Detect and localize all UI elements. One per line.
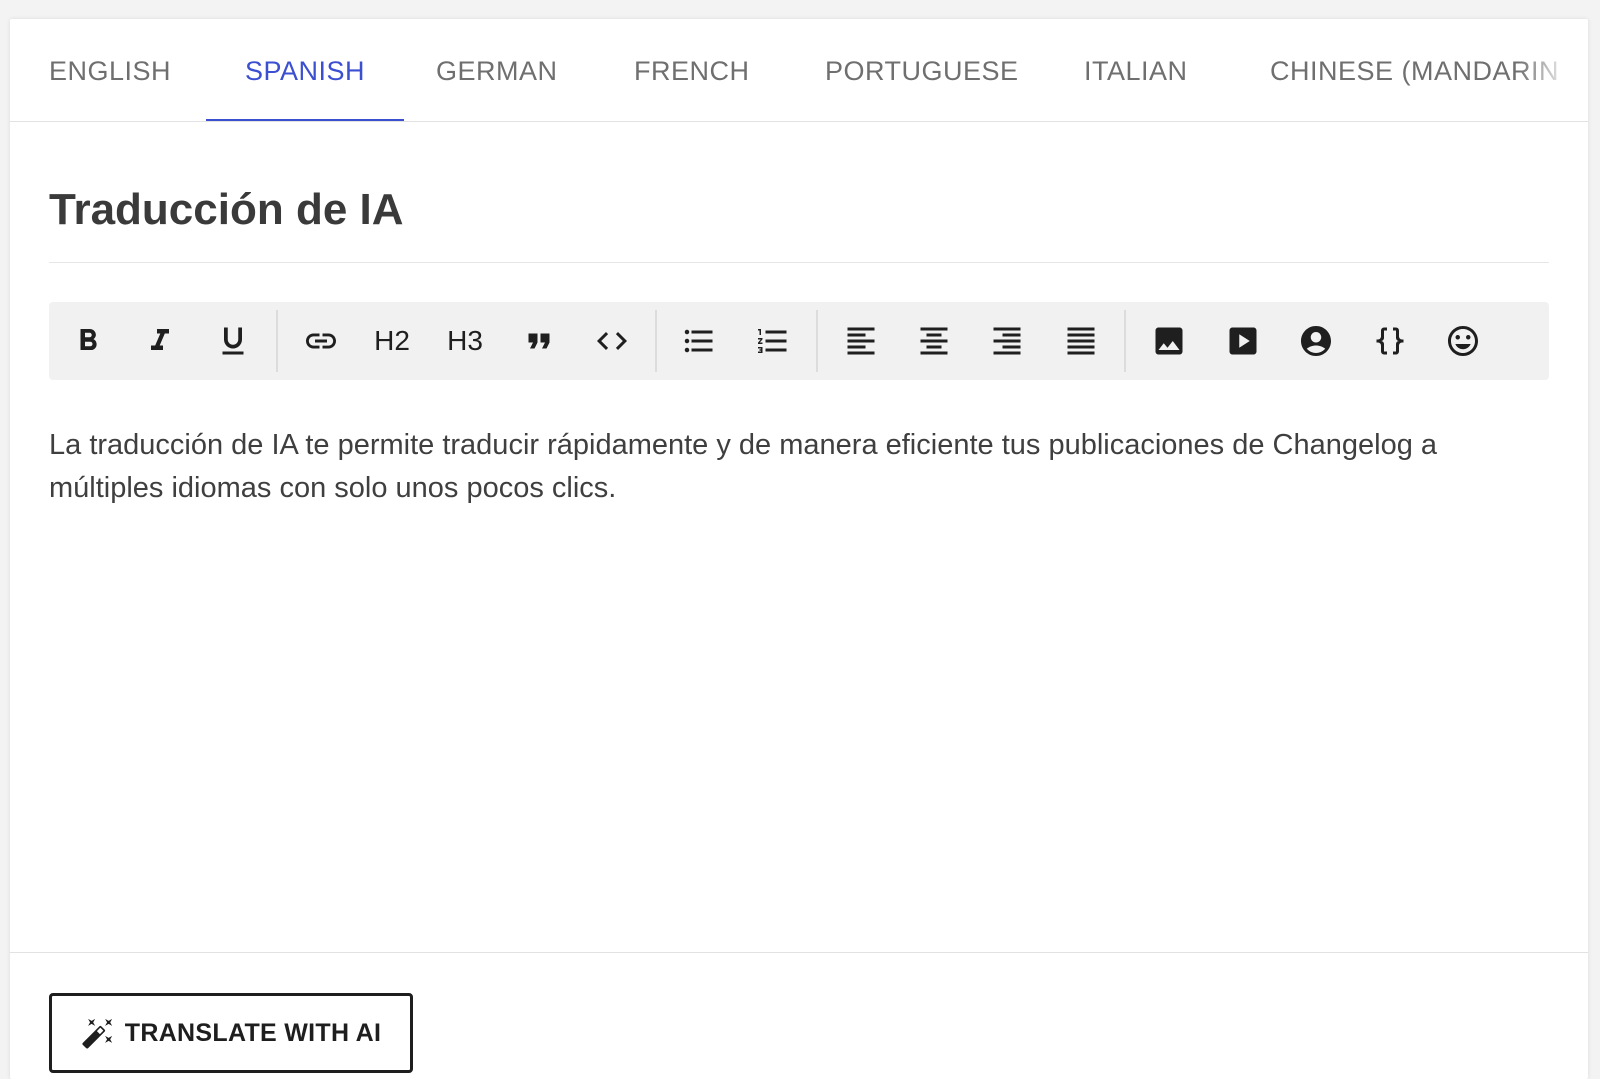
- tab-portuguese[interactable]: PORTUGUESE: [825, 19, 1019, 121]
- heading-2-button[interactable]: H2: [362, 311, 422, 371]
- bullet-list-icon: [684, 329, 713, 353]
- link-icon: [306, 333, 336, 349]
- language-tabs: ENGLISH SPANISH GERMAN FRENCH PORTUGUESE…: [10, 19, 1588, 122]
- tab-german[interactable]: GERMAN: [436, 19, 558, 121]
- bold-icon: [80, 329, 97, 350]
- align-right-icon: [993, 327, 1021, 355]
- align-justify-icon: [1067, 327, 1095, 355]
- user-mention-icon: [1301, 326, 1331, 356]
- footer-divider: [10, 952, 1588, 953]
- formatting-toolbar: H2 H3: [49, 302, 1549, 380]
- video-icon: [1229, 327, 1257, 355]
- toolbar-separator: [1124, 310, 1126, 372]
- title-divider: [49, 262, 1549, 263]
- code-block-button[interactable]: [1360, 311, 1420, 371]
- tab-spanish[interactable]: SPANISH: [205, 19, 405, 121]
- heading-3-button[interactable]: H3: [435, 311, 495, 371]
- emoji-icon: [1448, 326, 1478, 356]
- inline-code-button[interactable]: [582, 311, 642, 371]
- align-center-button[interactable]: [904, 311, 964, 371]
- insert-video-button[interactable]: [1213, 311, 1273, 371]
- italic-button[interactable]: [130, 311, 190, 371]
- align-left-icon: [847, 327, 875, 355]
- code-block-icon: [1376, 327, 1404, 355]
- heading-2-label: H2: [374, 325, 410, 356]
- heading-3-label: H3: [447, 325, 483, 356]
- underline-button[interactable]: [203, 311, 263, 371]
- toolbar-separator: [276, 310, 278, 372]
- magic-wand-icon: [82, 1018, 112, 1049]
- blockquote-button[interactable]: [509, 311, 569, 371]
- image-icon: [1155, 327, 1183, 355]
- tab-chinese-mandarin[interactable]: CHINESE (MANDARIN: [1270, 19, 1559, 121]
- post-title[interactable]: Traducción de IA: [49, 185, 404, 235]
- code-icon: [597, 332, 627, 350]
- italic-icon: [151, 329, 169, 350]
- mention-user-button[interactable]: [1286, 311, 1346, 371]
- emoji-button[interactable]: [1433, 311, 1493, 371]
- translate-with-ai-label: TRANSLATE WITH AI: [124, 1018, 382, 1047]
- insert-image-button[interactable]: [1139, 311, 1199, 371]
- translate-with-ai-button[interactable]: TRANSLATE WITH AI: [49, 993, 413, 1073]
- post-body[interactable]: La traducción de IA te permite traducir …: [49, 424, 1549, 510]
- bold-button[interactable]: [58, 311, 118, 371]
- tab-english[interactable]: ENGLISH: [49, 19, 171, 121]
- underline-icon: [222, 327, 244, 355]
- tab-french[interactable]: FRENCH: [634, 19, 750, 121]
- align-center-icon: [920, 327, 948, 355]
- link-button[interactable]: [291, 311, 351, 371]
- align-justify-button[interactable]: [1051, 311, 1111, 371]
- numbered-list-icon: [758, 329, 787, 353]
- toolbar-separator: [816, 310, 818, 372]
- align-right-button[interactable]: [977, 311, 1037, 371]
- editor-card: ENGLISH SPANISH GERMAN FRENCH PORTUGUESE…: [10, 19, 1588, 1079]
- align-left-button[interactable]: [831, 311, 891, 371]
- numbered-list-button[interactable]: [743, 311, 803, 371]
- bullet-list-button[interactable]: [669, 311, 729, 371]
- quote-icon: [528, 333, 550, 349]
- toolbar-separator: [655, 310, 657, 372]
- tab-italian[interactable]: ITALIAN: [1084, 19, 1188, 121]
